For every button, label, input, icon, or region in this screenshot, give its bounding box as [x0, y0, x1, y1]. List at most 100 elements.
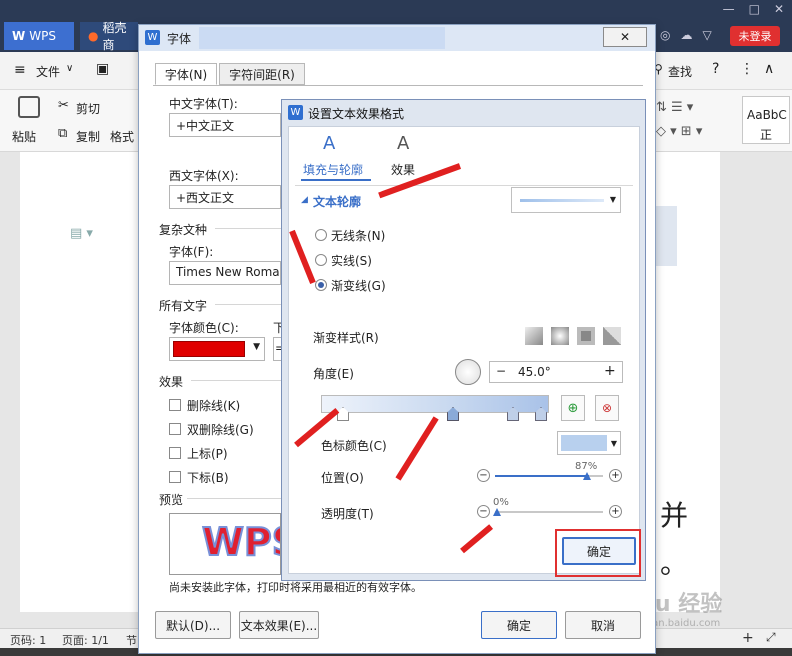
tab-docer[interactable]: ● 稻壳商	[80, 21, 138, 52]
effect-icon[interactable]: A	[397, 133, 409, 154]
position-minus-icon[interactable]: −	[477, 469, 490, 482]
maximize-icon[interactable]: □	[749, 2, 760, 20]
angle-label: 角度(E)	[313, 367, 354, 381]
position-plus-icon[interactable]: +	[609, 469, 622, 482]
chevron-down-icon: ▼	[609, 195, 616, 204]
flame-icon: ●	[88, 29, 99, 43]
style-gallery[interactable]: AaBbC 正	[742, 96, 790, 144]
tab-char-spacing[interactable]: 字符间距(R)	[219, 63, 305, 85]
angle-value[interactable]: 45.0°	[518, 365, 551, 379]
tab-effect[interactable]: 效果	[391, 161, 415, 178]
copy-icon[interactable]: ⧉	[58, 126, 67, 141]
add-stop-button[interactable]: ⊕	[561, 395, 585, 421]
position-label: 位置(O)	[321, 471, 364, 485]
stop-color-select[interactable]: ▼	[557, 431, 621, 455]
opacity-plus-icon[interactable]: +	[609, 505, 622, 518]
cut-icon[interactable]: ✂	[58, 98, 69, 113]
more-icon[interactable]: ⋮	[740, 61, 754, 77]
section-text-outline[interactable]: 文本轮廓	[313, 193, 361, 210]
gradient-style-path-icon[interactable]	[603, 327, 621, 345]
complex-label: 复杂文种	[159, 223, 208, 237]
gradient-style-radial-icon[interactable]	[551, 327, 569, 345]
cloud-icon[interactable]: ☁	[680, 28, 692, 46]
preview-box: WPS	[169, 513, 281, 575]
login-button[interactable]: 未登录	[730, 26, 780, 46]
status-page: 页码: 1	[10, 634, 47, 647]
complex-divider	[215, 228, 281, 229]
angle-stepper[interactable]: − 45.0° +	[489, 361, 623, 383]
subscript-checkbox[interactable]	[169, 471, 181, 483]
menu-search[interactable]: 查找	[668, 63, 692, 80]
tab-fill-outline[interactable]: 填充与轮廓	[303, 161, 363, 178]
paste-button[interactable]: 粘贴	[12, 128, 36, 145]
minimize-icon[interactable]: —	[723, 2, 735, 20]
gradient-style-linear-icon[interactable]	[525, 327, 543, 345]
subscript-label: 下标(B)	[187, 471, 229, 485]
font-ok-button[interactable]: 确定	[481, 611, 557, 639]
doc-icon: ▤ ▾	[70, 226, 93, 241]
opacity-track[interactable]	[495, 511, 603, 513]
opacity-minus-icon[interactable]: −	[477, 505, 490, 518]
format-painter-button[interactable]: 格式	[110, 128, 134, 145]
tab-fill-underline	[301, 179, 371, 181]
default-button[interactable]: 默认(D)...	[155, 611, 231, 639]
radio-no-line-label: 无线条(N)	[331, 229, 386, 243]
skin-icon[interactable]: ◎	[660, 28, 670, 46]
opacity-label: 透明度(T)	[321, 507, 374, 521]
preview-text: WPS	[201, 519, 280, 565]
shirt-icon[interactable]: ▽	[702, 28, 711, 46]
status-section: 节	[126, 634, 137, 647]
outline-preview-select[interactable]: ▼	[511, 187, 621, 213]
title-blur	[199, 27, 445, 49]
doc-char-bing: 并	[660, 499, 689, 532]
radio-solid-line-label: 实线(S)	[331, 254, 372, 268]
font-dialog-close-icon[interactable]: ✕	[603, 27, 647, 47]
double-strike-checkbox[interactable]	[169, 423, 181, 435]
strikethrough-label: 删除线(K)	[187, 399, 241, 413]
effects-label: 效果	[159, 375, 184, 389]
west-font-field[interactable]: +西文正文	[169, 185, 281, 209]
fullscreen-icon[interactable]: ⤢	[766, 630, 776, 645]
radio-no-line[interactable]	[315, 229, 327, 241]
complex-font-label: 字体(F):	[169, 245, 214, 259]
radio-gradient-line-label: 渐变线(G)	[331, 279, 386, 293]
help-icon[interactable]: ?	[712, 61, 719, 77]
font-cancel-button[interactable]: 取消	[565, 611, 641, 639]
complex-font-field[interactable]: Times New Roman	[169, 261, 281, 285]
strikethrough-checkbox[interactable]	[169, 399, 181, 411]
close-icon[interactable]: ✕	[774, 2, 784, 20]
superscript-label: 上标(P)	[187, 447, 228, 461]
angle-minus-icon[interactable]: −	[496, 364, 506, 378]
angle-dial-icon[interactable]	[455, 359, 481, 385]
font-dialog-title-bar: W 字体 ✕	[139, 25, 655, 51]
collapse-triangle-icon[interactable]: ◢	[301, 195, 308, 205]
text-effect-button[interactable]: 文本效果(E)...	[239, 611, 319, 639]
fill-outline-icon[interactable]: A	[323, 133, 335, 154]
tab-font[interactable]: 字体(N)	[155, 63, 217, 85]
all-text-label: 所有文字	[159, 299, 208, 313]
copy-button[interactable]: 复制	[76, 128, 100, 145]
text-effect-ok-button[interactable]: 确定	[562, 537, 636, 565]
collapse-icon[interactable]: ∧	[764, 61, 774, 77]
hamburger-icon[interactable]: ≡	[14, 62, 26, 78]
menu-file[interactable]: 文件	[36, 63, 60, 80]
zoom-in-icon[interactable]: +	[742, 630, 754, 646]
paragraph-icons[interactable]: ⇅ ☰ ▾ ◇ ▾ ⊞ ▾	[656, 96, 736, 144]
chevron-down-icon[interactable]: ∨	[66, 63, 73, 74]
paste-icon[interactable]	[18, 96, 40, 118]
font-color-select[interactable]: ▼	[169, 337, 265, 361]
angle-plus-icon[interactable]: +	[604, 363, 616, 379]
radio-gradient-line[interactable]	[315, 279, 327, 291]
cn-font-field[interactable]: +中文正文	[169, 113, 281, 137]
double-strike-label: 双删除线(G)	[187, 423, 254, 437]
gradient-style-rect-icon[interactable]	[577, 327, 595, 345]
stop-color-swatch	[561, 435, 607, 451]
remove-stop-button[interactable]: ⊗	[595, 395, 619, 421]
cut-button[interactable]: 剪切	[76, 100, 100, 117]
save-icon[interactable]: ▣	[96, 61, 109, 77]
tab-wps[interactable]: W WPS	[4, 22, 74, 50]
chevron-down-icon: ▼	[610, 439, 617, 448]
radio-solid-line[interactable]	[315, 254, 327, 266]
superscript-checkbox[interactable]	[169, 447, 181, 459]
text-effect-title: 设置文本效果格式	[308, 106, 405, 121]
